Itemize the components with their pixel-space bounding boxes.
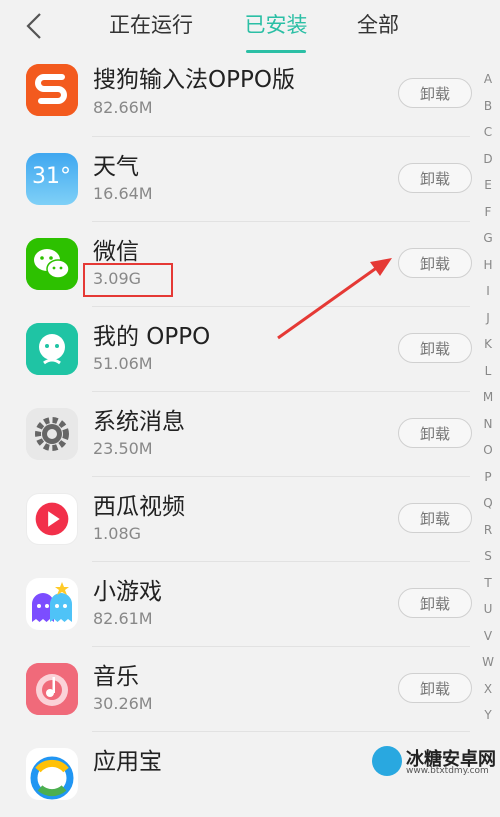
index-letter[interactable]: M: [478, 384, 498, 411]
index-letter[interactable]: C: [478, 119, 498, 146]
weather-icon: 31°: [26, 153, 78, 205]
tab-installed[interactable]: 已安装: [242, 10, 310, 40]
mini-games-icon: [26, 578, 78, 630]
index-letter[interactable]: J: [478, 305, 498, 332]
uninstall-button[interactable]: 卸载: [398, 78, 472, 108]
index-letter[interactable]: V: [478, 623, 498, 650]
app-row-system-messages[interactable]: 系统消息 23.50M 卸载: [0, 392, 472, 477]
my-oppo-icon: [26, 323, 78, 375]
index-letter[interactable]: H: [478, 252, 498, 279]
app-store-icon: [26, 748, 78, 800]
index-letter[interactable]: Q: [478, 490, 498, 517]
index-letter[interactable]: I: [478, 278, 498, 305]
size-highlight-box: [83, 263, 173, 297]
alphabet-index[interactable]: A B C D E F G H I J K L M N O P Q R S T …: [478, 66, 498, 729]
index-letter[interactable]: E: [478, 172, 498, 199]
index-letter[interactable]: P: [478, 464, 498, 491]
index-letter[interactable]: B: [478, 93, 498, 120]
index-letter[interactable]: G: [478, 225, 498, 252]
app-size: 30.26M: [93, 694, 153, 713]
index-letter[interactable]: D: [478, 146, 498, 173]
app-name: 西瓜视频: [93, 494, 185, 520]
index-letter[interactable]: X: [478, 676, 498, 703]
app-row-mini-games[interactable]: 小游戏 82.61M 卸载: [0, 562, 472, 647]
xigua-video-icon: [26, 493, 78, 545]
uninstall-button[interactable]: 卸载: [398, 418, 472, 448]
app-size: 1.08G: [93, 524, 142, 543]
index-letter[interactable]: R: [478, 517, 498, 544]
back-button[interactable]: [18, 10, 50, 42]
app-name: 微信: [93, 239, 139, 265]
index-letter[interactable]: O: [478, 437, 498, 464]
uninstall-button[interactable]: 卸载: [398, 673, 472, 703]
app-name: 系统消息: [93, 409, 185, 435]
index-letter[interactable]: T: [478, 570, 498, 597]
index-letter[interactable]: Y: [478, 702, 498, 729]
app-size: 23.50M: [93, 439, 153, 458]
app-name: 天气: [93, 154, 139, 180]
tab-running[interactable]: 正在运行: [108, 10, 194, 40]
uninstall-button[interactable]: 卸载: [398, 333, 472, 363]
index-letter[interactable]: W: [478, 649, 498, 676]
music-icon: [26, 663, 78, 715]
watermark-logo-icon: [372, 746, 402, 776]
system-message-gear-icon: [26, 408, 78, 460]
watermark: 冰糖安卓网 www.btxtdmy.com: [372, 744, 500, 778]
index-letter[interactable]: S: [478, 543, 498, 570]
watermark-url: www.btxtdmy.com: [406, 766, 489, 776]
app-row-xigua-video[interactable]: 西瓜视频 1.08G 卸载: [0, 477, 472, 562]
uninstall-button[interactable]: 卸载: [398, 588, 472, 618]
app-size: 51.06M: [93, 354, 153, 373]
tab-all[interactable]: 全部: [356, 10, 400, 40]
app-row-weather[interactable]: 31° 天气 16.64M 卸载: [0, 137, 472, 222]
weather-temperature-label: 31°: [32, 164, 71, 189]
index-letter[interactable]: F: [478, 199, 498, 226]
wechat-icon: [26, 238, 78, 290]
app-name: 音乐: [93, 664, 139, 690]
app-name: 我的 OPPO: [93, 324, 211, 350]
red-arrow-annotation: [277, 258, 392, 340]
uninstall-button[interactable]: 卸载: [398, 503, 472, 533]
app-size: 82.61M: [93, 609, 153, 628]
uninstall-button[interactable]: 卸载: [398, 248, 472, 278]
back-arrow-icon: [26, 13, 41, 39]
app-name: 应用宝: [93, 749, 162, 775]
app-row-music[interactable]: 音乐 30.26M 卸载: [0, 647, 472, 732]
top-bar: 正在运行 已安装 全部: [0, 0, 500, 56]
app-size: 82.66M: [93, 98, 153, 117]
index-letter[interactable]: N: [478, 411, 498, 438]
index-letter[interactable]: K: [478, 331, 498, 358]
index-letter[interactable]: A: [478, 66, 498, 93]
app-name: 小游戏: [93, 579, 162, 605]
uninstall-button[interactable]: 卸载: [398, 163, 472, 193]
index-letter[interactable]: U: [478, 596, 498, 623]
app-name: 搜狗输入法OPPO版: [93, 67, 295, 93]
sogou-input-icon: [26, 64, 78, 116]
app-row-sogou[interactable]: 搜狗输入法OPPO版 82.66M 卸载: [0, 52, 472, 137]
index-letter[interactable]: L: [478, 358, 498, 385]
app-size: 16.64M: [93, 184, 153, 203]
